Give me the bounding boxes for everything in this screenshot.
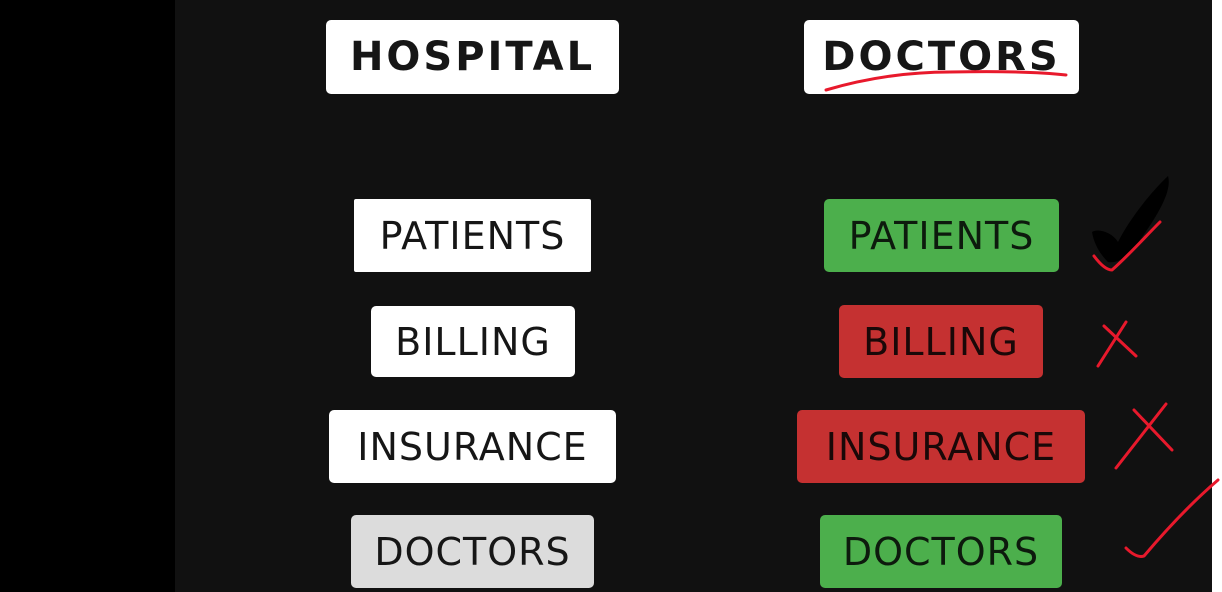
large-check-icon (1092, 176, 1169, 263)
doctors-underline-stroke (824, 70, 1068, 92)
annotation-overlay (824, 70, 1220, 558)
cross-icon (1114, 402, 1174, 470)
red-check-icon (1124, 478, 1220, 558)
cross-icon (1096, 320, 1138, 368)
